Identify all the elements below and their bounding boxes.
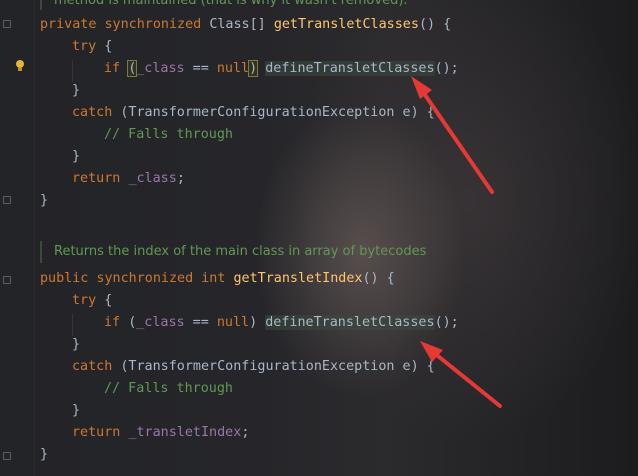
annotation-arrow-icon bbox=[411, 76, 494, 194]
annotation-arrow-icon bbox=[420, 341, 502, 408]
annotation-arrows bbox=[411, 76, 502, 408]
